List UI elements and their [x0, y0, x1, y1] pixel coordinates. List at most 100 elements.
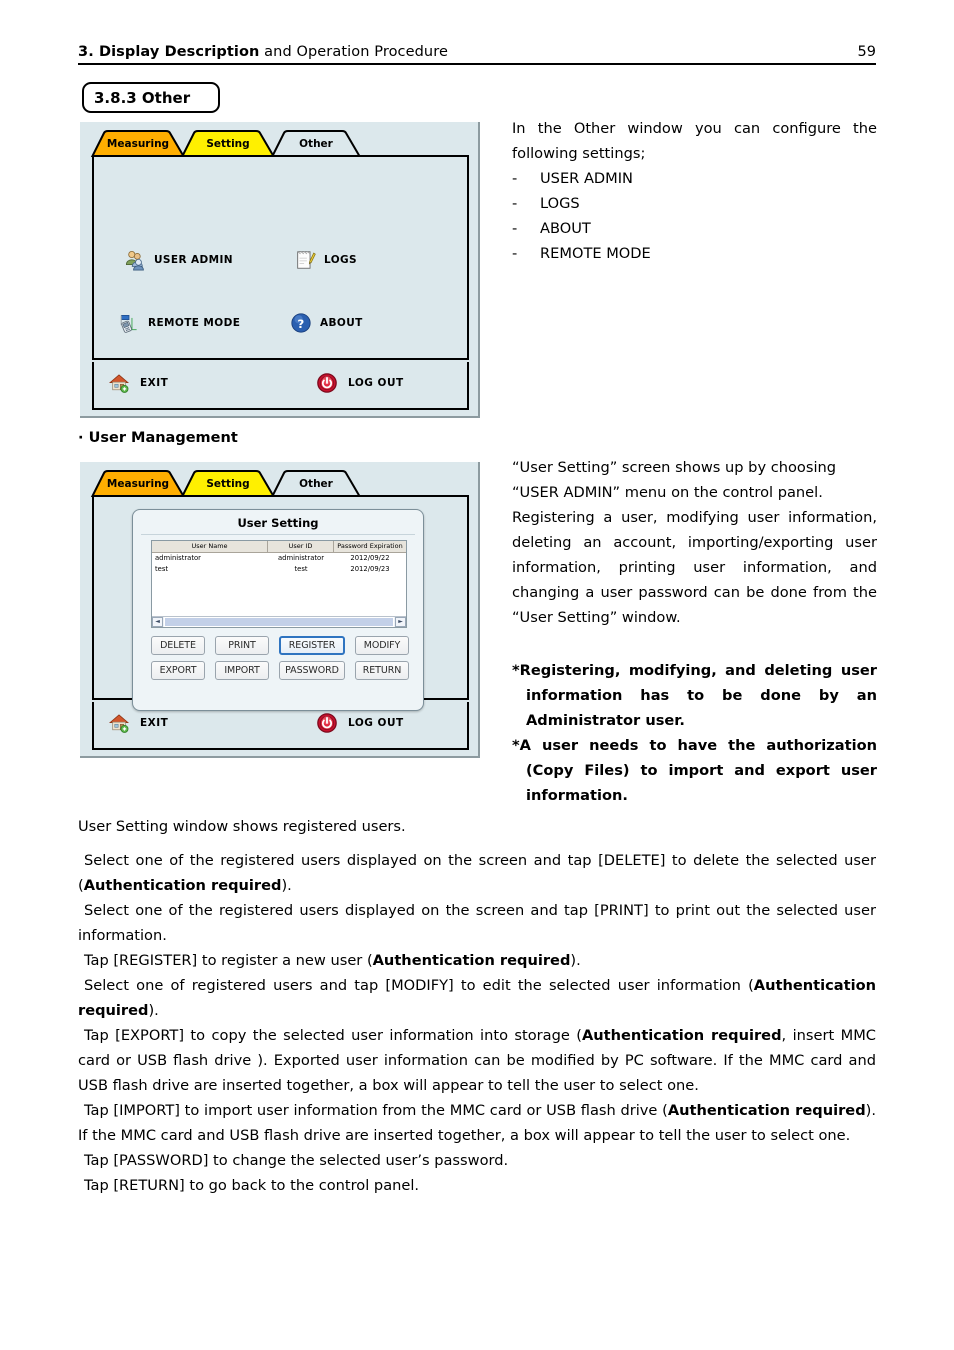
note-1-text: Registering, modifying, and deleting use…: [519, 662, 877, 729]
instruction-modify-c: ).: [148, 1002, 159, 1019]
scroll-right-arrow-icon[interactable]: ►: [395, 617, 406, 627]
cell-user-id: test: [294, 565, 308, 573]
footer-button-log-out-label: LOG OUT: [348, 717, 404, 729]
tab-measuring[interactable]: Measuring: [90, 130, 186, 157]
menu-item-logs-label: LOGS: [324, 254, 358, 266]
footer-button-log-out[interactable]: LOG OUT: [316, 372, 404, 394]
cell-user-id: administrator: [278, 554, 324, 562]
tab-other[interactable]: Other: [270, 470, 362, 497]
body-intro: User Setting window shows registered use…: [78, 814, 876, 839]
tab-measuring[interactable]: Measuring: [90, 470, 186, 497]
footer-button-exit-label: EXIT: [140, 377, 169, 389]
tab-setting[interactable]: Setting: [180, 470, 276, 497]
instruction-export: Tap [EXPORT] to copy the selected user i…: [78, 1023, 876, 1098]
page-number: 59: [857, 44, 876, 60]
password-button[interactable]: PASSWORD: [279, 661, 345, 680]
return-button[interactable]: RETURN: [355, 661, 409, 680]
instruction-import-a: Tap [IMPORT] to import user information …: [84, 1102, 668, 1119]
subsection-heading: · User Management: [78, 430, 238, 446]
screenshot-user-setting-window: Measuring Setting Other EXIT LOG OUT Use…: [80, 462, 480, 758]
instruction-register-c: ).: [570, 952, 581, 969]
scrollbar-track[interactable]: [163, 617, 395, 627]
footer-button-log-out[interactable]: LOG OUT: [316, 712, 404, 734]
user-list-table[interactable]: User Name User ID Password Expiration ad…: [151, 540, 407, 628]
section-title-box: 3.8.3 Other: [82, 82, 220, 113]
power-icon: [317, 713, 337, 733]
instruction-import-bold: Authentication required: [667, 1102, 866, 1119]
register-button[interactable]: REGISTER: [279, 636, 345, 655]
question-mark-icon: ?: [291, 313, 311, 333]
footer-button-exit[interactable]: EXIT: [108, 372, 168, 394]
list-item-label: ABOUT: [540, 220, 591, 237]
house-icon: [108, 374, 130, 393]
menu-item-about[interactable]: ? ABOUT: [290, 312, 363, 334]
print-button[interactable]: PRINT: [215, 636, 269, 655]
menu-item-logs[interactable]: LOGS: [294, 249, 357, 271]
scrollbar-thumb[interactable]: [164, 617, 394, 627]
instruction-print: Select one of the registered users displ…: [78, 902, 876, 944]
horizontal-scrollbar[interactable]: ◄ ►: [152, 616, 406, 627]
list-item: - ABOUT: [512, 216, 877, 241]
table-row[interactable]: test test 2012/09/23: [152, 564, 406, 575]
menu-item-user-admin[interactable]: USER ADMIN: [124, 249, 233, 271]
export-button[interactable]: EXPORT: [151, 661, 205, 680]
tab-measuring-label: Measuring: [106, 477, 170, 490]
users-icon: [125, 250, 144, 271]
table-header-row: User Name User ID Password Expiration: [152, 541, 406, 553]
user-setting-paragraph-2: Registering a user, modifying user infor…: [512, 509, 877, 626]
other-window-intro-text: In the Other window you can configure th…: [512, 120, 877, 162]
column-header-password-expiration: Password Expiration: [337, 542, 403, 550]
remote-device-icon: [120, 315, 137, 333]
delete-button[interactable]: DELETE: [151, 636, 205, 655]
footer-button-log-out-label: LOG OUT: [348, 377, 404, 389]
page-header: 3. Display Description and Operation Pro…: [78, 44, 876, 65]
menu-item-remote-mode-label: REMOTE MODE: [148, 317, 241, 329]
svg-text:?: ?: [297, 317, 304, 331]
cell-user-name: test: [155, 565, 169, 573]
footer-button-exit[interactable]: EXIT: [108, 712, 168, 734]
note-2: *A user needs to have the authorization …: [512, 733, 877, 808]
instruction-register-a: Tap [REGISTER] to register a new user (: [84, 952, 373, 969]
table-row[interactable]: administrator administrator 2012/09/22: [152, 553, 406, 564]
list-item: - USER ADMIN: [512, 166, 877, 191]
tab-bar: Measuring Setting Other: [90, 129, 470, 157]
user-setting-dialog: User Setting User Name User ID Password …: [132, 509, 424, 711]
cell-password-expiration: 2012/09/23: [350, 565, 390, 573]
section-title: 3.8.3 Other: [94, 88, 191, 107]
list-dash: -: [512, 220, 518, 237]
cell-user-name: administrator: [155, 554, 201, 562]
cell-password-expiration: 2012/09/22: [350, 554, 390, 562]
header-title: 3. Display Description and Operation Pro…: [78, 44, 448, 60]
user-setting-notes: *Registering, modifying, and deleting us…: [512, 658, 877, 808]
other-window-description: In the Other window you can configure th…: [512, 116, 877, 266]
subsection-title: User Management: [88, 430, 238, 446]
instruction-register-bold: Authentication required: [372, 952, 571, 969]
menu-item-remote-mode[interactable]: REMOTE MODE: [118, 312, 240, 334]
tab-measuring-label: Measuring: [106, 137, 170, 150]
header-title-bold: 3. Display Description: [78, 44, 260, 60]
instruction-delete: Select one of the registered users displ…: [78, 848, 876, 898]
other-window-content: USER ADMIN LOGS REMOTE MODE ? ABOUT: [92, 155, 469, 360]
list-item-label: REMOTE MODE: [540, 245, 651, 262]
instruction-register: Tap [REGISTER] to register a new user (A…: [78, 948, 876, 973]
body-instructions: Select one of the registered users displ…: [78, 848, 876, 1198]
tab-setting-label: Setting: [206, 477, 250, 490]
house-icon: [108, 714, 130, 733]
screenshot-other-window: Measuring Setting Other USER ADMIN LOGS …: [80, 122, 480, 418]
list-dash: -: [512, 195, 518, 212]
modify-button[interactable]: MODIFY: [355, 636, 409, 655]
menu-item-user-admin-label: USER ADMIN: [154, 254, 233, 266]
note-2-star: *: [512, 737, 520, 754]
instruction-export-bold: Authentication required: [581, 1027, 782, 1044]
list-item-label: USER ADMIN: [540, 170, 633, 187]
tab-setting[interactable]: Setting: [180, 130, 276, 157]
tab-other[interactable]: Other: [270, 130, 362, 157]
note-1-star: *: [512, 662, 520, 679]
header-title-rest: and Operation Procedure: [259, 44, 448, 60]
instruction-import: Tap [IMPORT] to import user information …: [78, 1098, 876, 1148]
footer-button-exit-label: EXIT: [140, 717, 169, 729]
scroll-left-arrow-icon[interactable]: ◄: [152, 617, 163, 627]
list-item: - LOGS: [512, 191, 877, 216]
import-button[interactable]: IMPORT: [215, 661, 269, 680]
power-icon: [317, 373, 337, 393]
